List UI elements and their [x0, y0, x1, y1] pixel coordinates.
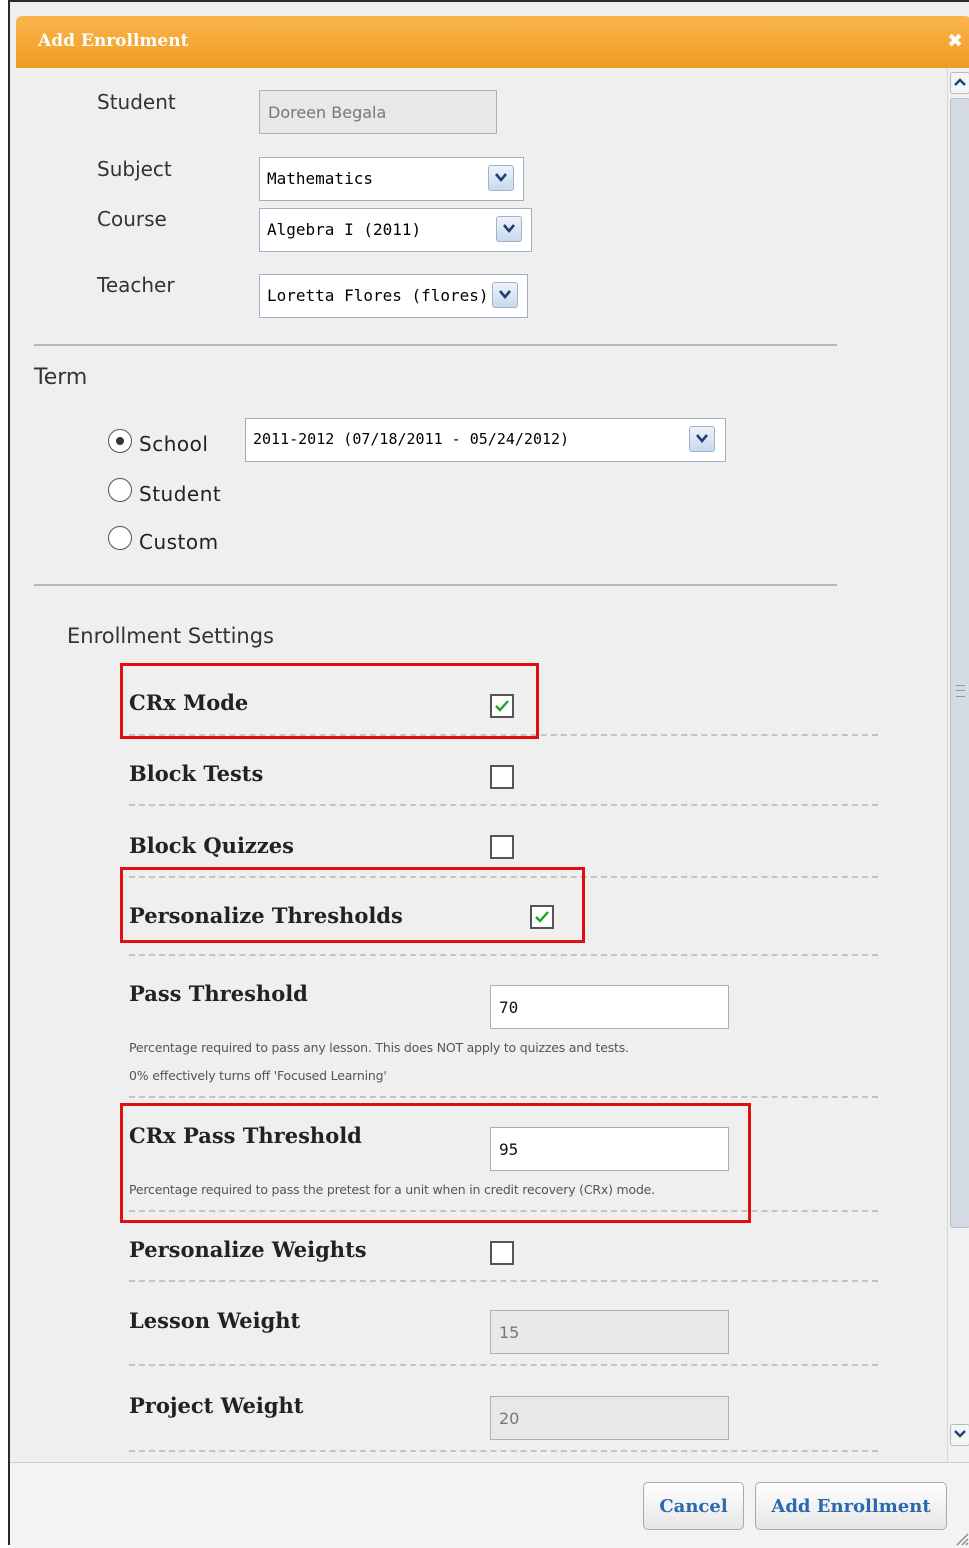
personalize-thresholds-highlight: [120, 867, 585, 943]
row-divider: [129, 804, 878, 806]
lesson-weight-label: Lesson Weight: [129, 1308, 301, 1333]
term-school-radio[interactable]: [108, 429, 132, 453]
dialog-title: Add Enrollment: [38, 31, 189, 51]
school-term-value: 2011-2012 (07/18/2011 - 05/24/2012): [253, 430, 570, 448]
add-enrollment-dialog: Add Enrollment ✖ Student Doreen Begala S…: [8, 0, 969, 1548]
resize-handle-icon[interactable]: [953, 1530, 969, 1546]
divider: [34, 344, 837, 346]
row-divider: [129, 1364, 878, 1366]
divider: [34, 584, 837, 586]
project-weight-label: Project Weight: [129, 1393, 304, 1418]
crx-mode-highlight: [120, 663, 539, 739]
project-weight-input: 20: [490, 1396, 729, 1440]
grip-icon: [956, 685, 965, 697]
scroll-up-icon[interactable]: [950, 72, 969, 94]
add-enrollment-button[interactable]: Add Enrollment: [755, 1482, 947, 1530]
dialog-footer: Cancel Add Enrollment: [10, 1462, 969, 1548]
focused-learning-hint: 0% effectively turns off 'Focused Learni…: [129, 1068, 387, 1083]
dialog-content: Student Doreen Begala Subject Mathematic…: [10, 68, 947, 1462]
chevron-down-icon[interactable]: [492, 282, 518, 308]
pass-threshold-label: Pass Threshold: [129, 981, 308, 1006]
subject-value: Mathematics: [267, 169, 373, 188]
project-weight-value: 20: [499, 1408, 520, 1428]
term-custom-radio[interactable]: [108, 526, 132, 550]
block-tests-checkbox[interactable]: [490, 765, 514, 789]
crx-pass-threshold-highlight: [120, 1103, 751, 1223]
row-divider: [129, 1280, 878, 1282]
block-quizzes-label: Block Quizzes: [129, 833, 294, 858]
term-student-label[interactable]: Student: [139, 482, 221, 506]
chevron-down-icon[interactable]: [488, 165, 514, 191]
enrollment-settings-heading: Enrollment Settings: [67, 624, 274, 648]
row-divider: [129, 1450, 878, 1452]
term-custom-label[interactable]: Custom: [139, 530, 219, 554]
school-term-select[interactable]: 2011-2012 (07/18/2011 - 05/24/2012): [245, 418, 726, 462]
chevron-down-icon[interactable]: [689, 426, 715, 452]
term-school-label[interactable]: School: [139, 432, 208, 456]
teacher-select[interactable]: Loretta Flores (flores): [259, 274, 528, 318]
teacher-label: Teacher: [97, 273, 175, 297]
chevron-down-icon[interactable]: [496, 216, 522, 242]
course-select[interactable]: Algebra I (2011): [259, 208, 532, 252]
term-heading: Term: [34, 365, 88, 390]
block-quizzes-checkbox[interactable]: [490, 835, 514, 859]
row-divider: [129, 954, 878, 956]
student-field: Doreen Begala: [259, 90, 497, 134]
student-value: Doreen Begala: [268, 102, 387, 122]
row-divider: [129, 1096, 878, 1098]
course-label: Course: [97, 207, 167, 231]
scroll-down-icon[interactable]: [950, 1424, 969, 1446]
cancel-button[interactable]: Cancel: [643, 1482, 744, 1530]
personalize-weights-label: Personalize Weights: [129, 1237, 367, 1262]
pass-threshold-hint: Percentage required to pass any lesson. …: [129, 1040, 629, 1055]
teacher-value: Loretta Flores (flores): [267, 286, 489, 305]
term-student-radio[interactable]: [108, 478, 132, 502]
student-label: Student: [97, 90, 176, 114]
subject-label: Subject: [97, 157, 172, 181]
scrollbar-thumb[interactable]: [950, 98, 969, 1228]
lesson-weight-value: 15: [499, 1322, 520, 1342]
lesson-weight-input: 15: [490, 1310, 729, 1354]
dialog-title-bar: Add Enrollment ✖: [16, 16, 969, 69]
close-icon[interactable]: ✖: [947, 30, 963, 52]
pass-threshold-value: 70: [499, 997, 519, 1017]
block-tests-label: Block Tests: [129, 761, 264, 786]
pass-threshold-input[interactable]: 70: [490, 985, 729, 1029]
course-value: Algebra I (2011): [267, 220, 422, 239]
vertical-scrollbar[interactable]: [947, 68, 969, 1462]
subject-select[interactable]: Mathematics: [259, 157, 524, 201]
personalize-weights-checkbox[interactable]: [490, 1241, 514, 1265]
